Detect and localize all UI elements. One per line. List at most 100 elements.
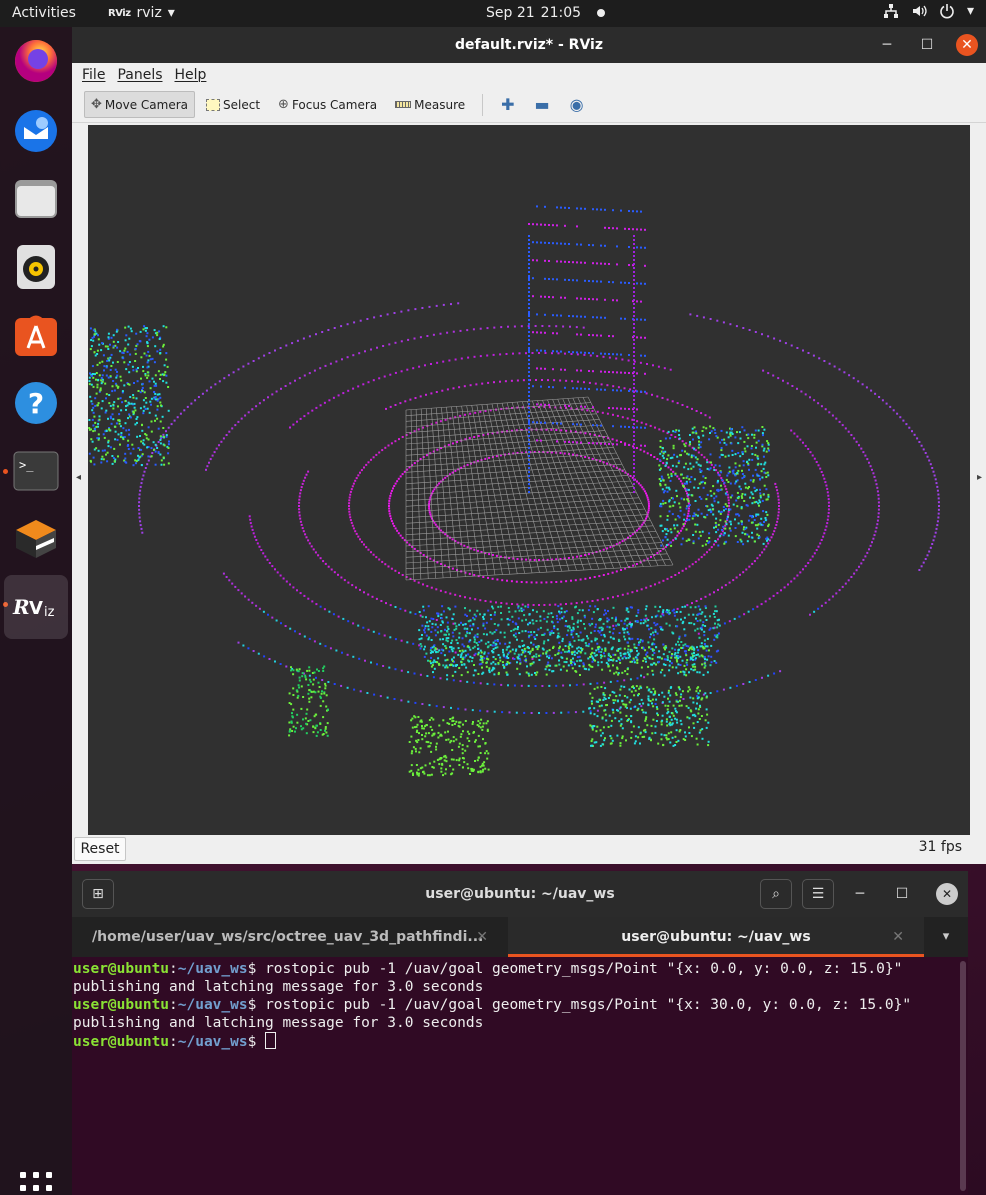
new-tab-button[interactable]: ⊞ [82,879,114,909]
notification-dot-icon [597,9,605,17]
menu-file[interactable]: File [82,67,105,83]
terminal-icon: >_ [13,451,59,491]
prompt-path: ~/uav_ws [178,1034,248,1050]
measure-tool[interactable]: Measure [388,92,472,118]
volume-icon [911,3,927,19]
running-indicator [3,469,8,474]
menu-panels[interactable]: Panels [117,67,162,83]
move-camera-tool[interactable]: ✥ Move Camera [84,91,195,118]
rviz-logo-icon: RViz [108,8,131,19]
search-icon[interactable]: ⌕ [760,879,792,909]
fps-counter: 31 fps [919,839,962,855]
menu-help[interactable]: Help [175,67,207,83]
activities-button[interactable]: Activities [12,5,76,21]
files-launcher[interactable] [10,173,62,225]
folder-icon [13,176,59,222]
rviz-window: default.rviz* - RViz ─ ☐ ✕ File Panels H… [72,27,986,864]
time-label: 21:05 [541,5,581,21]
measure-icon [395,101,411,108]
point-cloud-render [88,125,970,835]
apps-grid-icon [20,1172,52,1195]
hamburger-menu-icon[interactable]: ☰ [802,879,834,909]
tab-label: user@ubuntu: ~/uav_ws [621,929,810,945]
tabs-dropdown-icon[interactable]: ▾ [924,917,968,957]
system-tray[interactable]: ▾ [883,3,974,19]
close-button[interactable]: ✕ [956,34,978,56]
chevron-down-icon: ▾ [168,5,175,21]
svg-text:R: R [12,595,30,619]
terminal-line: user@ubuntu:~/uav_ws$ rostopic pub -1 /u… [73,996,968,1014]
terminal-line: user@ubuntu:~/uav_ws$ [73,1032,968,1051]
dock: ? >_ R Viz [0,27,72,1195]
remove-tool-icon[interactable]: ▬ [527,95,558,114]
maximize-button[interactable]: ☐ [886,879,918,909]
help-launcher[interactable]: ? [10,377,62,429]
firefox-icon [12,37,60,85]
focus-camera-tool[interactable]: ⊕ Focus Camera [271,91,384,118]
svg-text:V: V [29,598,43,619]
tab-label: /home/user/uav_ws/src/octree_uav_3d_path… [92,929,483,945]
date-label: Sep 21 [486,5,535,21]
prompt-path: ~/uav_ws [178,997,248,1013]
tool-label: Move Camera [105,98,188,112]
terminal-line: publishing and latching message for 3.0 … [73,1014,968,1032]
show-apps-button[interactable] [20,1172,52,1195]
svg-text:?: ? [28,387,44,420]
prompt-user: user@ubuntu [73,1034,169,1050]
prompt-user: user@ubuntu [73,997,169,1013]
tool-label: Select [223,98,260,112]
terminal-line: publishing and latching message for 3.0 … [73,978,968,996]
point-cloud-group [88,205,940,776]
text-cursor [265,1032,276,1049]
terminal-tabs: /home/user/uav_ws/src/octree_uav_3d_path… [72,917,968,957]
output-text: publishing and latching message for 3.0 … [73,1015,483,1031]
collapse-left-icon[interactable]: ◂ [76,472,81,483]
3d-viewport[interactable] [88,125,970,835]
prompt-path: ~/uav_ws [178,961,248,977]
tool-label: Focus Camera [292,98,377,112]
reset-button[interactable]: Reset [74,837,126,861]
minimize-button[interactable]: ─ [876,34,898,56]
terminal-titlebar[interactable]: ⊞ user@ubuntu: ~/uav_ws ⌕ ☰ ─ ☐ ✕ [72,871,968,917]
help-icon: ? [13,380,59,426]
app-menu[interactable]: RViz rviz ▾ [108,5,175,21]
select-icon [206,99,220,111]
terminal-launcher[interactable]: >_ [10,445,62,497]
tool-label: Measure [414,98,465,112]
tab-close-icon[interactable]: ✕ [892,917,904,957]
command-text: rostopic pub -1 /uav/goal geometry_msgs/… [265,997,911,1013]
tab-close-icon[interactable]: ✕ [476,917,488,957]
terminal-output[interactable]: user@ubuntu:~/uav_ws$ rostopic pub -1 /u… [72,957,968,1051]
terminal-line: user@ubuntu:~/uav_ws$ rostopic pub -1 /u… [73,960,968,978]
app-launcher[interactable] [10,513,62,565]
network-icon [883,3,899,19]
window-title: default.rviz* - RViz [455,37,603,53]
move-camera-icon: ✥ [91,97,102,112]
add-tool-icon[interactable]: ✚ [493,95,522,114]
maximize-button[interactable]: ☐ [916,34,938,56]
software-center-icon [13,312,59,358]
prompt-user: user@ubuntu [73,961,169,977]
select-tool[interactable]: Select [199,92,267,118]
rhythmbox-launcher[interactable] [10,241,62,293]
terminal-title: user@ubuntu: ~/uav_ws [425,886,614,902]
collapse-right-icon[interactable]: ▸ [977,472,982,483]
toolbar-separator [482,94,483,116]
close-button[interactable]: ✕ [936,883,958,905]
thunderbird-launcher[interactable] [10,105,62,157]
minimize-button[interactable]: ─ [844,879,876,909]
rviz-launcher[interactable]: R Viz [4,575,68,639]
clock[interactable]: Sep 21 21:05 [486,5,605,21]
firefox-launcher[interactable] [10,35,62,87]
terminal-scrollbar[interactable] [960,961,966,1191]
command-text: rostopic pub -1 /uav/goal geometry_msgs/… [265,961,902,977]
rviz-icon: R Viz [11,592,61,622]
chevron-down-icon: ▾ [967,3,974,19]
terminal-tab[interactable]: /home/user/uav_ws/src/octree_uav_3d_path… [72,917,508,957]
terminal-window: ⊞ user@ubuntu: ~/uav_ws ⌕ ☰ ─ ☐ ✕ /home/… [72,871,968,1195]
eye-icon[interactable]: ◉ [562,95,592,114]
tool-bar: ✥ Move Camera Select ⊕ Focus Camera Meas… [72,87,986,123]
terminal-tab-active[interactable]: user@ubuntu: ~/uav_ws ✕ [508,917,924,957]
software-launcher[interactable] [10,309,62,361]
rviz-titlebar[interactable]: default.rviz* - RViz ─ ☐ ✕ [72,27,986,63]
